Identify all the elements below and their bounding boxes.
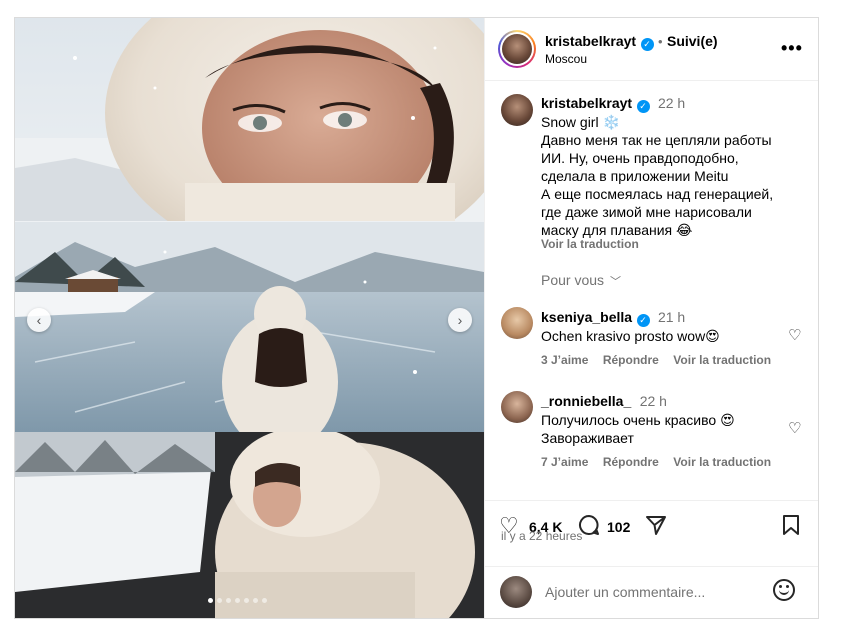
post-card: ‹ › kristabelkrayt ✓ • Suivi(e) Moscou •… bbox=[14, 17, 819, 619]
caption-time[interactable]: 22 h bbox=[658, 95, 685, 111]
emoji-smile-icon[interactable] bbox=[773, 579, 795, 601]
media-panel-portrait bbox=[15, 18, 484, 221]
post-header: kristabelkrayt ✓ • Suivi(e) Moscou ••• bbox=[485, 18, 818, 81]
comment-likes-count[interactable]: 3 J’aime bbox=[541, 353, 588, 367]
car-illustration bbox=[15, 432, 484, 618]
carousel-next-button[interactable]: › bbox=[448, 308, 472, 332]
carousel-prev-button[interactable]: ‹ bbox=[27, 308, 51, 332]
carousel-dot bbox=[217, 598, 222, 603]
add-comment-bar: Ajouter un commentaire... bbox=[485, 566, 818, 618]
comment-username[interactable]: _ronniebella_ bbox=[541, 393, 631, 409]
chevron-right-icon: › bbox=[457, 312, 463, 328]
comment-translate-link[interactable]: Voir la traduction bbox=[673, 353, 771, 367]
caption-line: Snow girl ❄️ bbox=[541, 114, 620, 130]
share-send-icon[interactable] bbox=[645, 514, 667, 541]
comment-text: Получилось очень красиво 😍 Завораживает bbox=[541, 411, 781, 447]
comment-time[interactable]: 22 h bbox=[640, 393, 667, 409]
post-location[interactable]: Moscou bbox=[545, 52, 587, 66]
comment-count[interactable]: 102 bbox=[607, 519, 630, 535]
separator-dot: • bbox=[657, 34, 663, 49]
author-avatar[interactable] bbox=[498, 30, 536, 68]
current-user-avatar[interactable] bbox=[500, 576, 532, 608]
caption-username[interactable]: kristabelkrayt bbox=[541, 95, 632, 111]
comment-like-heart-icon[interactable]: ♡ bbox=[788, 419, 801, 437]
chevron-down-icon: ﹀ bbox=[609, 276, 621, 288]
follow-status-button[interactable]: Suivi(e) bbox=[667, 33, 718, 49]
for-you-toggle[interactable]: Pour vous ﹀ bbox=[541, 272, 621, 289]
verified-badge-icon: ✓ bbox=[636, 100, 650, 113]
post-media-carousel[interactable]: ‹ › bbox=[15, 18, 484, 618]
carousel-dot bbox=[244, 598, 249, 603]
author-username[interactable]: kristabelkrayt bbox=[545, 33, 636, 49]
add-comment-input[interactable]: Ajouter un commentaire... bbox=[545, 584, 705, 600]
for-you-label: Pour vous bbox=[541, 272, 605, 288]
portrait-illustration bbox=[15, 18, 484, 221]
caption-line: ИИ. Ну, очень правдоподобно, bbox=[541, 150, 739, 166]
media-panel-frozen-lake bbox=[15, 222, 484, 432]
media-panel-car bbox=[15, 432, 484, 618]
comment-avatar[interactable] bbox=[501, 307, 533, 339]
comment-line: Получилось очень красиво 😍 bbox=[541, 412, 735, 428]
caption-translate-link[interactable]: Voir la traduction bbox=[541, 237, 639, 251]
caption-line: Давно меня так не цепляли работы bbox=[541, 132, 772, 148]
carousel-dot bbox=[208, 598, 213, 603]
comment-reply-button[interactable]: Répondre bbox=[603, 455, 659, 469]
caption-text: Snow girl ❄️ Давно меня так не цепляли р… bbox=[541, 113, 811, 239]
caption-line: где даже зимой мне нарисовали bbox=[541, 204, 752, 220]
comment-time[interactable]: 21 h bbox=[658, 309, 685, 325]
carousel-dot bbox=[253, 598, 258, 603]
verified-badge-icon: ✓ bbox=[640, 38, 654, 51]
carousel-dot bbox=[226, 598, 231, 603]
comment-like-heart-icon[interactable]: ♡ bbox=[788, 326, 801, 344]
comment-text: Ochen krasivo prosto wow😍 bbox=[541, 328, 720, 344]
post-side-panel: kristabelkrayt ✓ • Suivi(e) Moscou ••• k… bbox=[484, 18, 818, 618]
posted-time[interactable]: il y a 22 heures bbox=[501, 529, 582, 543]
comment-line: Завораживает bbox=[541, 430, 634, 446]
carousel-dot bbox=[235, 598, 240, 603]
caption-line: А еще посмеялась над генерацией, bbox=[541, 186, 774, 202]
comment-reply-button[interactable]: Répondre bbox=[603, 353, 659, 367]
comment-avatar[interactable] bbox=[501, 391, 533, 423]
save-bookmark-icon[interactable] bbox=[782, 514, 800, 541]
carousel-indicator bbox=[208, 598, 267, 603]
comment-likes-count[interactable]: 7 J’aime bbox=[541, 455, 588, 469]
lake-illustration bbox=[15, 222, 484, 432]
caption-avatar[interactable] bbox=[501, 94, 533, 126]
carousel-dot bbox=[262, 598, 267, 603]
caption-line: сделала в приложении Meitu bbox=[541, 168, 729, 184]
verified-badge-icon: ✓ bbox=[636, 314, 650, 327]
comment-username[interactable]: kseniya_bella bbox=[541, 309, 632, 325]
more-options-icon[interactable]: ••• bbox=[781, 38, 803, 59]
comment-translate-link[interactable]: Voir la traduction bbox=[673, 455, 771, 469]
chevron-left-icon: ‹ bbox=[36, 312, 42, 328]
